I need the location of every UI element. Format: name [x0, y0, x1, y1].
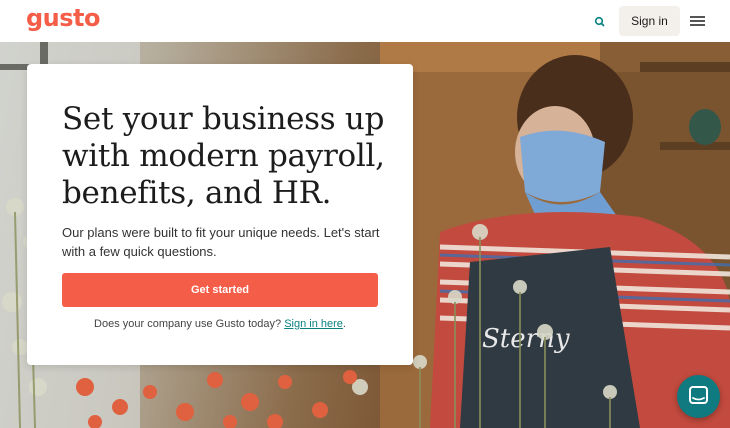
sign-in-prompt-text: Does your company use Gusto today?	[94, 318, 282, 330]
search-icon	[594, 16, 605, 27]
sign-in-prompt: Does your company use Gusto today? Sign …	[27, 318, 413, 330]
hero-heading: Set your business up with modern payroll…	[62, 101, 385, 211]
apron-text: Sterny	[482, 324, 570, 354]
gusto-logo[interactable]: gusto	[26, 4, 101, 32]
chat-icon	[689, 386, 708, 404]
hero-subheading: Our plans were built to fit your unique …	[62, 225, 380, 259]
sign-in-here-link[interactable]: Sign in here	[284, 318, 343, 330]
search-button[interactable]	[590, 12, 610, 32]
menu-button[interactable]	[690, 14, 706, 28]
get-started-button[interactable]: Get started	[62, 273, 378, 307]
sign-in-prompt-period: .	[342, 318, 346, 330]
sign-in-button[interactable]: Sign in	[619, 6, 680, 36]
signup-card: Set your business up with modern payroll…	[27, 64, 413, 365]
site-header: gusto Sign in	[0, 0, 730, 42]
chat-button[interactable]	[677, 375, 720, 418]
